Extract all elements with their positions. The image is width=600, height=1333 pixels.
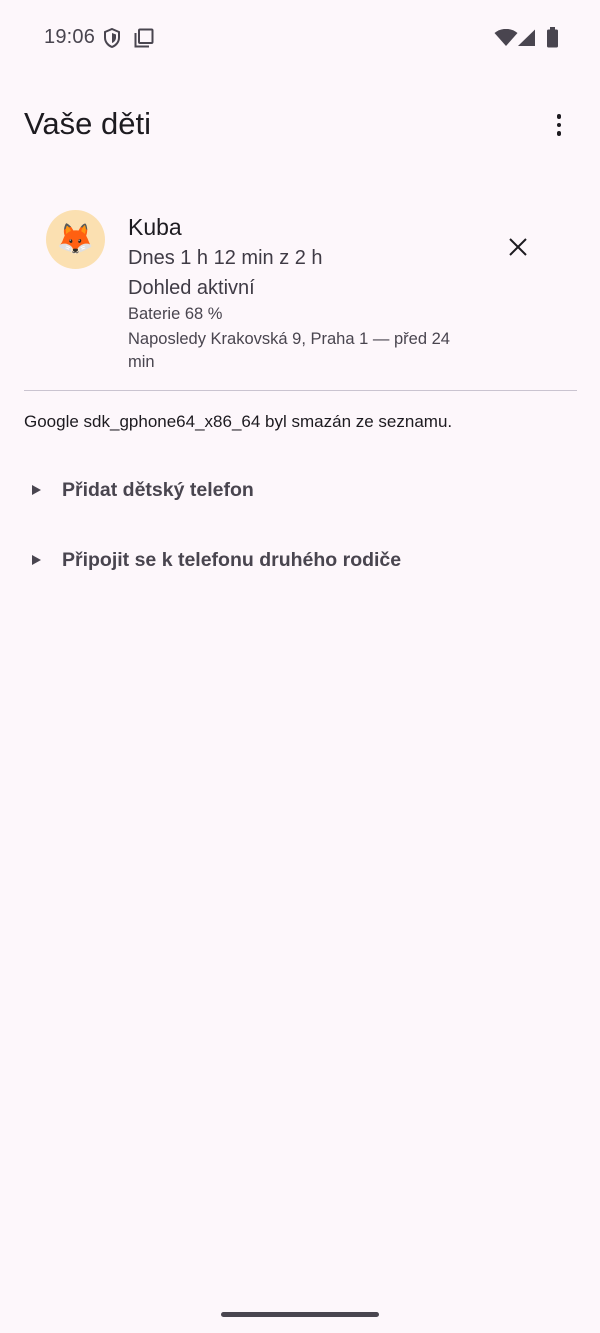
signal-icon	[518, 29, 535, 46]
child-usage: Dnes 1 h 12 min z 2 h	[128, 247, 323, 269]
more-vert-icon[interactable]	[540, 106, 578, 144]
last-location: Naposledy Krakovská 9, Praha 1 — před 24…	[128, 330, 450, 371]
removed-device-notice: Google sdk_gphone64_x86_64 byl smazán ze…	[24, 412, 453, 431]
screen-icon	[134, 28, 154, 48]
child-name: Kuba	[128, 214, 182, 240]
remove-child-button[interactable]	[500, 229, 536, 265]
app-bar: Vaše děti	[0, 86, 600, 158]
status-time: 19:06	[44, 26, 96, 48]
wifi-icon	[494, 29, 518, 46]
page-title: Vaše děti	[24, 106, 151, 141]
add-child-phone-label: Přidat dětský telefon	[62, 479, 254, 501]
avatar: 🦊	[46, 210, 105, 269]
divider	[24, 390, 577, 391]
child-card[interactable]: 🦊 Kuba Dnes 1 h 12 min z 2 h Dohled akti…	[24, 195, 577, 391]
gesture-nav-handle[interactable]	[221, 1312, 379, 1317]
add-child-phone-row[interactable]: Přidat dětský telefon	[24, 473, 424, 513]
connect-parent-phone-label: Připojit se k telefonu druhého rodiče	[62, 549, 402, 571]
battery-status: Baterie 68 %	[128, 305, 223, 323]
close-icon	[509, 238, 527, 256]
status-bar: 19:06	[0, 0, 600, 76]
expand-arrow-icon	[32, 485, 41, 495]
fox-icon: 🦊	[56, 222, 95, 256]
expand-arrow-icon	[32, 555, 41, 565]
battery-icon	[547, 27, 558, 48]
shield-icon	[104, 28, 120, 48]
connect-parent-phone-row[interactable]: Připojit se k telefonu druhého rodiče	[24, 543, 424, 583]
supervision-status: Dohled aktivní	[128, 277, 255, 299]
